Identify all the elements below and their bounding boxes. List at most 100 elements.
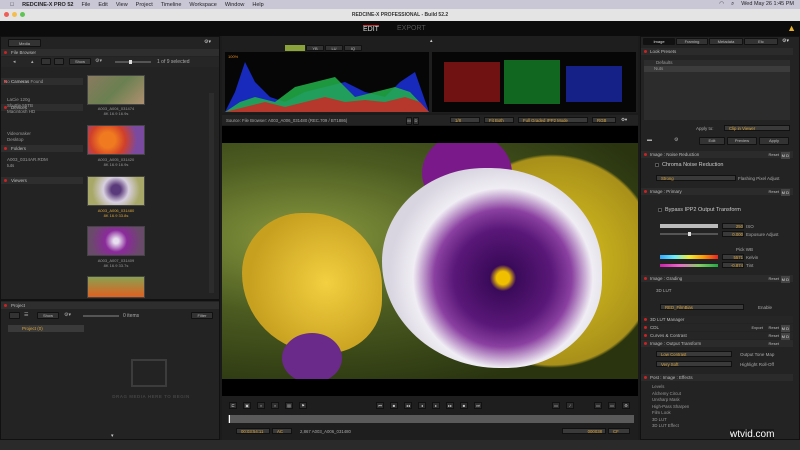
apply-to-dropdown[interactable]: Clip in Viewer: [724, 125, 790, 131]
timecode[interactable]: 00:03:54:11: [236, 428, 270, 434]
list-view-icon[interactable]: ☰: [24, 312, 28, 318]
display-icon[interactable]: ▭: [552, 402, 560, 409]
folder-item[interactable]: Desktop: [1, 137, 24, 143]
thumb-size-slider[interactable]: [83, 315, 119, 317]
tab-image[interactable]: Image: [643, 38, 675, 45]
loop-icon[interactable]: ■: [460, 402, 468, 409]
monitor-icon[interactable]: ∩: [257, 402, 265, 409]
zoom-dropdown[interactable]: 1/8: [450, 117, 480, 123]
aspect-icon[interactable]: ▭: [608, 402, 616, 409]
show-dropdown[interactable]: Show: [37, 312, 59, 319]
gear-icon[interactable]: ⚙▾: [621, 117, 627, 123]
menu-workspace[interactable]: Workspace: [189, 2, 216, 8]
step-back-icon[interactable]: ◂◂: [404, 402, 412, 409]
tab-edit[interactable]: EDIT: [363, 25, 379, 33]
lut-dropdown[interactable]: RED_FilmBias: [660, 304, 744, 310]
effect-3d-lut-effect[interactable]: 3D LUT Effect: [652, 423, 689, 430]
show-dropdown[interactable]: Show: [69, 58, 91, 65]
scope-tab[interactable]: YB: [306, 45, 324, 51]
project-folder[interactable]: Project (0): [8, 325, 84, 332]
pen-icon[interactable]: /: [566, 402, 574, 409]
settings-icon[interactable]: ⚙: [622, 402, 630, 409]
clip-thumbnail[interactable]: [87, 125, 145, 155]
up-icon[interactable]: ▴: [31, 59, 34, 65]
cf-dropdown[interactable]: CF: [608, 428, 630, 434]
clock[interactable]: Wed May 26 1:45 PM: [741, 1, 794, 8]
gear-icon[interactable]: ⚙▾: [95, 58, 102, 64]
collapse-up-icon[interactable]: ▴: [430, 38, 433, 44]
chroma-noise-checkbox[interactable]: Chroma Noise Reduction: [655, 162, 723, 169]
fit-dropdown[interactable]: Fit Both: [484, 117, 514, 123]
d-button[interactable]: D: [413, 117, 419, 125]
primary-header[interactable]: Image : Primary Reset M D: [641, 188, 793, 196]
menu-timeline[interactable]: Timeline: [161, 2, 182, 8]
viewer[interactable]: [222, 126, 638, 396]
menu-file[interactable]: File: [81, 2, 90, 8]
apple-icon[interactable]: : [10, 2, 14, 8]
zoom-button[interactable]: [20, 12, 25, 17]
checkbox-icon[interactable]: [655, 162, 659, 167]
snapshot-icon[interactable]: ▣: [243, 402, 251, 409]
tint-value[interactable]: -0.874: [722, 262, 744, 268]
grading-header[interactable]: Image : Grading Reset M D: [641, 275, 793, 283]
timeline-scrubber[interactable]: [228, 415, 634, 423]
play-icon[interactable]: ▸: [432, 402, 440, 409]
list-view-icon[interactable]: [54, 58, 64, 65]
iso-slider[interactable]: [660, 224, 718, 228]
effects-header[interactable]: Post : Image : Effects: [641, 374, 793, 381]
stop-icon[interactable]: ■: [390, 402, 398, 409]
flag-icon[interactable]: ⚑: [299, 402, 307, 409]
bypass-checkbox[interactable]: Bypass IPP2 Output Transform: [658, 207, 741, 214]
back-icon[interactable]: ◂: [13, 59, 16, 65]
device-item[interactable]: Macintosh HD: [1, 109, 35, 115]
warning-icon[interactable]: ▲: [787, 23, 796, 33]
look-presets-header[interactable]: Look Presets: [641, 48, 793, 55]
tab-media[interactable]: Media: [8, 39, 41, 47]
go-to-end-icon[interactable]: ⏭: [474, 402, 482, 409]
tab-etc[interactable]: Etc: [744, 38, 778, 45]
audio-dropdown[interactable]: AC: [272, 428, 292, 434]
project-header[interactable]: Project: [1, 302, 219, 309]
preview-button[interactable]: Preview: [727, 137, 757, 145]
iso-value[interactable]: 250: [722, 223, 744, 229]
gear-icon[interactable]: ⚙▾: [204, 39, 211, 45]
grid-view-icon[interactable]: [41, 58, 51, 65]
lut-manager-header[interactable]: 3D LUT Manager: [641, 316, 793, 323]
scope-tab[interactable]: LU: [325, 45, 343, 51]
aspect-icon[interactable]: ▭: [594, 402, 602, 409]
scope-tab[interactable]: IQ: [344, 45, 362, 51]
tint-slider[interactable]: [660, 264, 718, 267]
tab-export[interactable]: EXPORT: [397, 25, 426, 32]
exposure-slider[interactable]: [660, 232, 718, 236]
checkbox-icon[interactable]: [658, 207, 662, 212]
monitor-icon[interactable]: ∩: [271, 402, 279, 409]
wifi-icon[interactable]: ◠: [719, 1, 724, 8]
kelvin-slider[interactable]: [660, 255, 718, 259]
scope-tab-active[interactable]: [285, 45, 305, 51]
curves-header[interactable]: Curves & Contrast Reset M D: [641, 332, 793, 340]
mode-dropdown[interactable]: Full Graded IPP2 Mode: [518, 117, 588, 123]
gear-icon[interactable]: ⚙▾: [782, 38, 789, 44]
export-frame-icon[interactable]: ▤: [285, 402, 293, 409]
collapse-icon[interactable]: ▾: [111, 433, 114, 439]
noise-strength-dropdown[interactable]: Strong: [656, 175, 736, 181]
tab-metadata[interactable]: Metadata: [709, 38, 743, 45]
gear-icon[interactable]: ⚙▾: [64, 312, 71, 318]
menu-project[interactable]: Project: [136, 2, 153, 8]
enable-checkbox[interactable]: Enable: [758, 305, 772, 310]
rolloff-dropdown[interactable]: Very Soft: [656, 361, 732, 367]
tone-map-dropdown[interactable]: Low Contrast: [656, 351, 732, 357]
settings-icon[interactable]: ⚙: [674, 137, 678, 143]
mark-in-icon[interactable]: ⊏: [229, 402, 237, 409]
search-icon[interactable]: ⌕: [731, 1, 734, 8]
clip-thumbnail[interactable]: [87, 226, 145, 256]
reverse-play-icon[interactable]: ◂: [418, 402, 426, 409]
exposure-value[interactable]: 0.000: [722, 231, 744, 237]
pick-wb-button[interactable]: Pick WB: [736, 247, 753, 252]
file-browser-header[interactable]: File Browser: [1, 49, 219, 56]
menu-edit[interactable]: Edit: [98, 2, 107, 8]
viewer-item[interactable]: tuts: [1, 163, 14, 169]
menu-help[interactable]: Help: [252, 2, 263, 8]
apply-button[interactable]: Apply: [759, 137, 789, 145]
tab-framing[interactable]: Framing: [676, 38, 708, 45]
